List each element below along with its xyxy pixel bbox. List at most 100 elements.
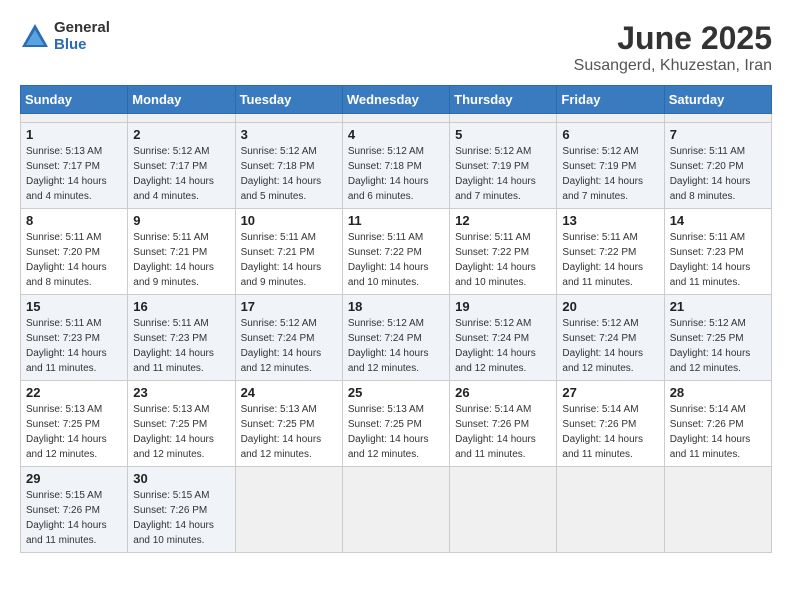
col-header-thursday: Thursday xyxy=(450,86,557,114)
day-number: 28 xyxy=(670,385,766,400)
day-info: Sunrise: 5:11 AM Sunset: 7:22 PM Dayligh… xyxy=(455,230,551,290)
calendar-day-cell: 11Sunrise: 5:11 AM Sunset: 7:22 PM Dayli… xyxy=(342,209,449,295)
calendar-day-cell: 19Sunrise: 5:12 AM Sunset: 7:24 PM Dayli… xyxy=(450,295,557,381)
day-info: Sunrise: 5:12 AM Sunset: 7:24 PM Dayligh… xyxy=(241,316,337,376)
calendar-day-cell: 21 Sunrise: 5:12 AM Sunset: 7:25 PM Dayli… xyxy=(664,295,771,381)
day-info: Sunrise: 5:11 AM Sunset: 7:23 PM Dayligh… xyxy=(133,316,229,376)
calendar-day-cell: 20Sunrise: 5:12 AM Sunset: 7:24 PM Dayli… xyxy=(557,295,664,381)
calendar-week-row: 29 Sunrise: 5:15 AM Sunset: 7:26 PM Dayli… xyxy=(21,467,772,553)
calendar-day-cell: 27 Sunrise: 5:14 AM Sunset: 7:26 PM Dayli… xyxy=(557,381,664,467)
day-number: 13 xyxy=(562,213,658,228)
calendar-day-cell: 7 Sunrise: 5:11 AM Sunset: 7:20 PM Daylig… xyxy=(664,123,771,209)
day-number: 6 xyxy=(562,127,658,142)
calendar-day-cell xyxy=(342,467,449,553)
calendar-day-cell xyxy=(557,467,664,553)
calendar-week-row xyxy=(21,114,772,123)
day-number: 25 xyxy=(348,385,444,400)
day-number: 15 xyxy=(26,299,122,314)
calendar-day-cell xyxy=(21,114,128,123)
calendar-table: SundayMondayTuesdayWednesdayThursdayFrid… xyxy=(20,85,772,553)
day-number: 18 xyxy=(348,299,444,314)
logo-icon xyxy=(20,22,50,52)
day-info: Sunrise: 5:13 AM Sunset: 7:25 PM Dayligh… xyxy=(241,402,337,462)
calendar-header-row: SundayMondayTuesdayWednesdayThursdayFrid… xyxy=(21,86,772,114)
day-info: Sunrise: 5:12 AM Sunset: 7:18 PM Dayligh… xyxy=(241,144,337,204)
calendar-day-cell: 15 Sunrise: 5:11 AM Sunset: 7:23 PM Dayli… xyxy=(21,295,128,381)
calendar-day-cell: 28 Sunrise: 5:14 AM Sunset: 7:26 PM Dayli… xyxy=(664,381,771,467)
day-number: 14 xyxy=(670,213,766,228)
calendar-day-cell: 5Sunrise: 5:12 AM Sunset: 7:19 PM Daylig… xyxy=(450,123,557,209)
day-number: 3 xyxy=(241,127,337,142)
calendar-day-cell: 16 Sunrise: 5:11 AM Sunset: 7:23 PM Dayli… xyxy=(128,295,235,381)
calendar-day-cell xyxy=(450,467,557,553)
day-info: Sunrise: 5:14 AM Sunset: 7:26 PM Dayligh… xyxy=(455,402,551,462)
calendar-day-cell: 2Sunrise: 5:12 AM Sunset: 7:17 PM Daylig… xyxy=(128,123,235,209)
logo-blue-text: Blue xyxy=(54,37,110,54)
calendar-day-cell: 23 Sunrise: 5:13 AM Sunset: 7:25 PM Dayli… xyxy=(128,381,235,467)
col-header-tuesday: Tuesday xyxy=(235,86,342,114)
day-info: Sunrise: 5:13 AM Sunset: 7:25 PM Dayligh… xyxy=(133,402,229,462)
day-info: Sunrise: 5:13 AM Sunset: 7:17 PM Dayligh… xyxy=(26,144,122,204)
day-number: 9 xyxy=(133,213,229,228)
calendar-day-cell: 17Sunrise: 5:12 AM Sunset: 7:24 PM Dayli… xyxy=(235,295,342,381)
day-number: 7 xyxy=(670,127,766,142)
calendar-day-cell xyxy=(342,114,449,123)
logo-general-text: General xyxy=(54,20,110,37)
col-header-friday: Friday xyxy=(557,86,664,114)
calendar-day-cell: 8Sunrise: 5:11 AM Sunset: 7:20 PM Daylig… xyxy=(21,209,128,295)
day-number: 4 xyxy=(348,127,444,142)
day-info: Sunrise: 5:11 AM Sunset: 7:21 PM Dayligh… xyxy=(133,230,229,290)
day-info: Sunrise: 5:11 AM Sunset: 7:20 PM Dayligh… xyxy=(670,144,766,204)
calendar-day-cell: 26 Sunrise: 5:14 AM Sunset: 7:26 PM Dayli… xyxy=(450,381,557,467)
day-number: 26 xyxy=(455,385,551,400)
col-header-saturday: Saturday xyxy=(664,86,771,114)
day-info: Sunrise: 5:12 AM Sunset: 7:18 PM Dayligh… xyxy=(348,144,444,204)
calendar-week-row: 22Sunrise: 5:13 AM Sunset: 7:25 PM Dayli… xyxy=(21,381,772,467)
day-info: Sunrise: 5:15 AM Sunset: 7:26 PM Dayligh… xyxy=(26,488,122,548)
calendar-day-cell: 18 Sunrise: 5:12 AM Sunset: 7:24 PM Dayli… xyxy=(342,295,449,381)
day-info: Sunrise: 5:14 AM Sunset: 7:26 PM Dayligh… xyxy=(562,402,658,462)
calendar-day-cell: 24Sunrise: 5:13 AM Sunset: 7:25 PM Dayli… xyxy=(235,381,342,467)
day-number: 10 xyxy=(241,213,337,228)
day-info: Sunrise: 5:11 AM Sunset: 7:22 PM Dayligh… xyxy=(562,230,658,290)
day-info: Sunrise: 5:14 AM Sunset: 7:26 PM Dayligh… xyxy=(670,402,766,462)
day-info: Sunrise: 5:11 AM Sunset: 7:22 PM Dayligh… xyxy=(348,230,444,290)
day-info: Sunrise: 5:13 AM Sunset: 7:25 PM Dayligh… xyxy=(348,402,444,462)
calendar-day-cell: 9 Sunrise: 5:11 AM Sunset: 7:21 PM Daylig… xyxy=(128,209,235,295)
logo: General Blue xyxy=(20,20,110,53)
day-number: 1 xyxy=(26,127,122,142)
calendar-week-row: 15 Sunrise: 5:11 AM Sunset: 7:23 PM Dayli… xyxy=(21,295,772,381)
calendar-day-cell: 4 Sunrise: 5:12 AM Sunset: 7:18 PM Daylig… xyxy=(342,123,449,209)
day-info: Sunrise: 5:13 AM Sunset: 7:25 PM Dayligh… xyxy=(26,402,122,462)
month-title: June 2025 xyxy=(574,20,772,57)
day-number: 16 xyxy=(133,299,229,314)
calendar-day-cell: 1 Sunrise: 5:13 AM Sunset: 7:17 PM Daylig… xyxy=(21,123,128,209)
calendar-day-cell: 25 Sunrise: 5:13 AM Sunset: 7:25 PM Dayli… xyxy=(342,381,449,467)
day-info: Sunrise: 5:11 AM Sunset: 7:23 PM Dayligh… xyxy=(26,316,122,376)
calendar-day-cell xyxy=(557,114,664,123)
page-header: General Blue June 2025 Susangerd, Khuzes… xyxy=(20,20,772,75)
day-info: Sunrise: 5:12 AM Sunset: 7:24 PM Dayligh… xyxy=(455,316,551,376)
location-subtitle: Susangerd, Khuzestan, Iran xyxy=(574,57,772,75)
calendar-day-cell xyxy=(128,114,235,123)
day-number: 2 xyxy=(133,127,229,142)
calendar-day-cell: 22Sunrise: 5:13 AM Sunset: 7:25 PM Dayli… xyxy=(21,381,128,467)
calendar-day-cell: 29 Sunrise: 5:15 AM Sunset: 7:26 PM Dayli… xyxy=(21,467,128,553)
col-header-wednesday: Wednesday xyxy=(342,86,449,114)
day-number: 20 xyxy=(562,299,658,314)
day-info: Sunrise: 5:12 AM Sunset: 7:25 PM Dayligh… xyxy=(670,316,766,376)
calendar-day-cell: 13 Sunrise: 5:11 AM Sunset: 7:22 PM Dayli… xyxy=(557,209,664,295)
day-number: 21 xyxy=(670,299,766,314)
day-number: 30 xyxy=(133,471,229,486)
calendar-day-cell: 30 Sunrise: 5:15 AM Sunset: 7:26 PM Dayli… xyxy=(128,467,235,553)
calendar-day-cell xyxy=(664,467,771,553)
calendar-week-row: 8Sunrise: 5:11 AM Sunset: 7:20 PM Daylig… xyxy=(21,209,772,295)
calendar-day-cell xyxy=(235,467,342,553)
day-number: 23 xyxy=(133,385,229,400)
day-number: 8 xyxy=(26,213,122,228)
day-info: Sunrise: 5:12 AM Sunset: 7:24 PM Dayligh… xyxy=(348,316,444,376)
calendar-day-cell xyxy=(235,114,342,123)
day-info: Sunrise: 5:15 AM Sunset: 7:26 PM Dayligh… xyxy=(133,488,229,548)
day-number: 29 xyxy=(26,471,122,486)
day-number: 27 xyxy=(562,385,658,400)
